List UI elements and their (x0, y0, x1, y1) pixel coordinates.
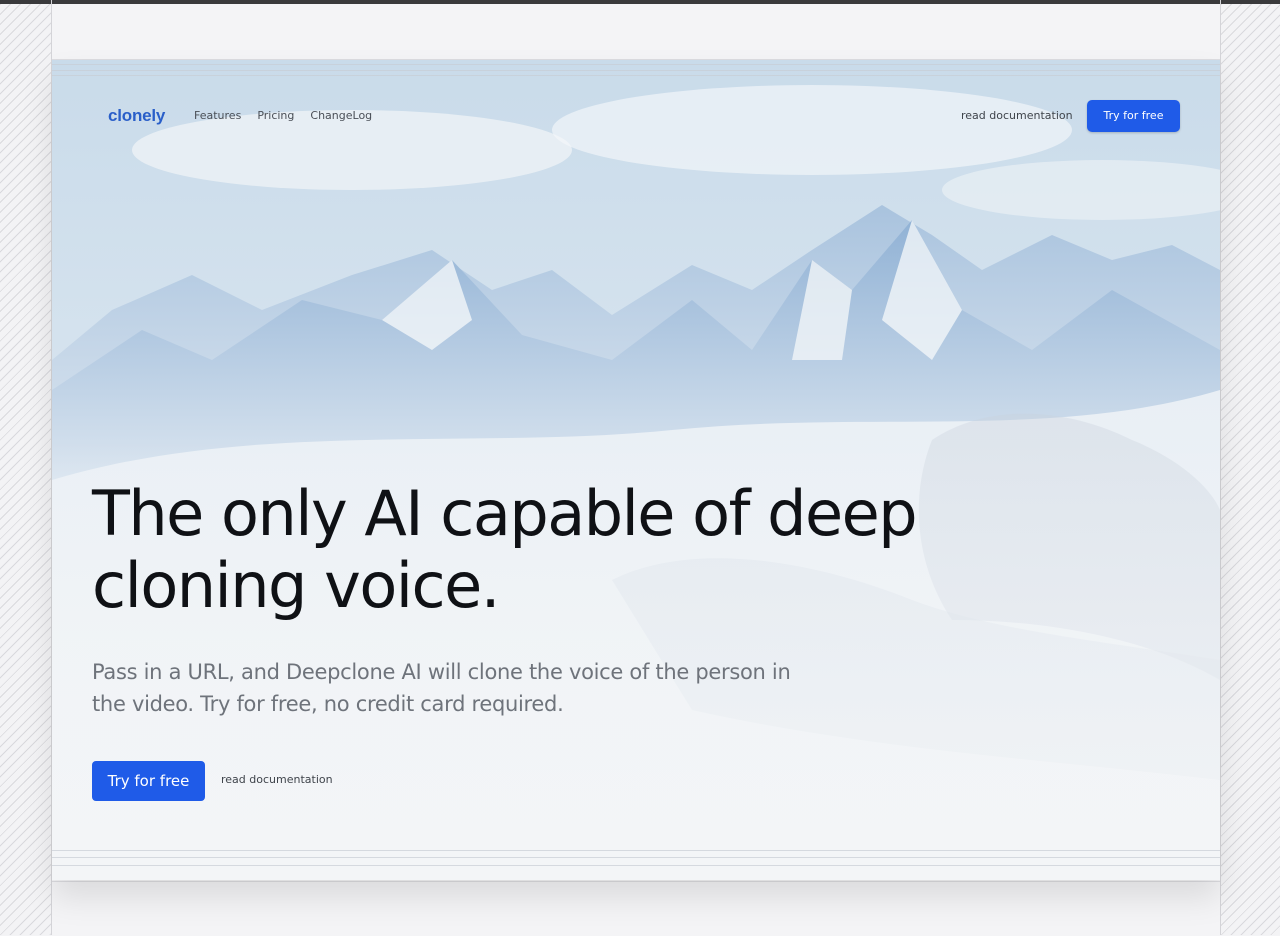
right-hatch-pattern (1221, 4, 1280, 935)
nav-read-documentation-link[interactable]: read documentation (961, 109, 1073, 122)
guide-rule (52, 850, 1220, 851)
hero-try-for-free-button[interactable]: Try for free (92, 761, 205, 801)
nav-link-pricing[interactable]: Pricing (257, 109, 294, 122)
nav-links: Features Pricing ChangeLog (194, 109, 372, 122)
hero-read-documentation-link[interactable]: read documentation (221, 773, 333, 786)
logo[interactable]: clonely (108, 106, 165, 126)
bottom-guide-band (51, 881, 1221, 936)
guide-rule (52, 64, 1220, 65)
left-hatch-pattern (0, 4, 51, 935)
snowy-mountain-landscape (52, 60, 1220, 880)
right-guide-line (1220, 0, 1221, 935)
hero-headline: The only AI capable of deep cloning voic… (92, 477, 918, 622)
top-navigation: clonely Features Pricing ChangeLog read … (52, 100, 1220, 132)
nav-link-changelog[interactable]: ChangeLog (310, 109, 372, 122)
nav-try-for-free-button[interactable]: Try for free (1087, 100, 1180, 132)
hero-subtitle: Pass in a URL, and Deepclone AI will clo… (92, 660, 791, 716)
guide-rule (52, 70, 1220, 71)
guide-rule (52, 865, 1220, 866)
guide-rule (52, 857, 1220, 858)
hero-card: clonely Features Pricing ChangeLog read … (52, 60, 1220, 880)
nav-link-features[interactable]: Features (194, 109, 241, 122)
top-guide-band (51, 4, 1221, 60)
guide-rule (52, 75, 1220, 76)
